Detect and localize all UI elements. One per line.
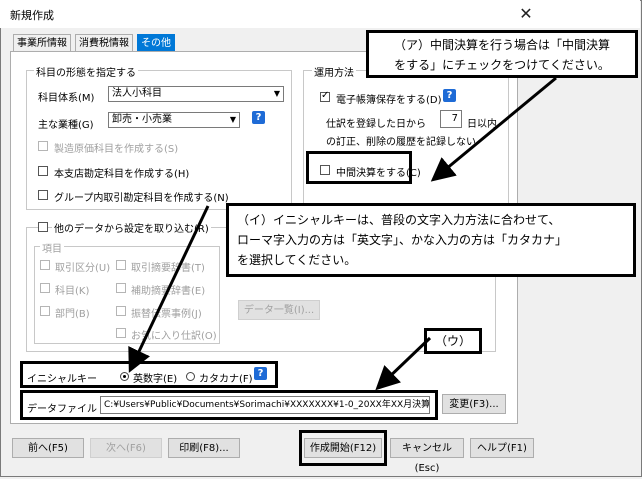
arrow-a — [430, 76, 557, 182]
callout-arrows — [128, 76, 557, 391]
arrow-i — [128, 205, 210, 373]
arrow-u — [375, 336, 432, 391]
